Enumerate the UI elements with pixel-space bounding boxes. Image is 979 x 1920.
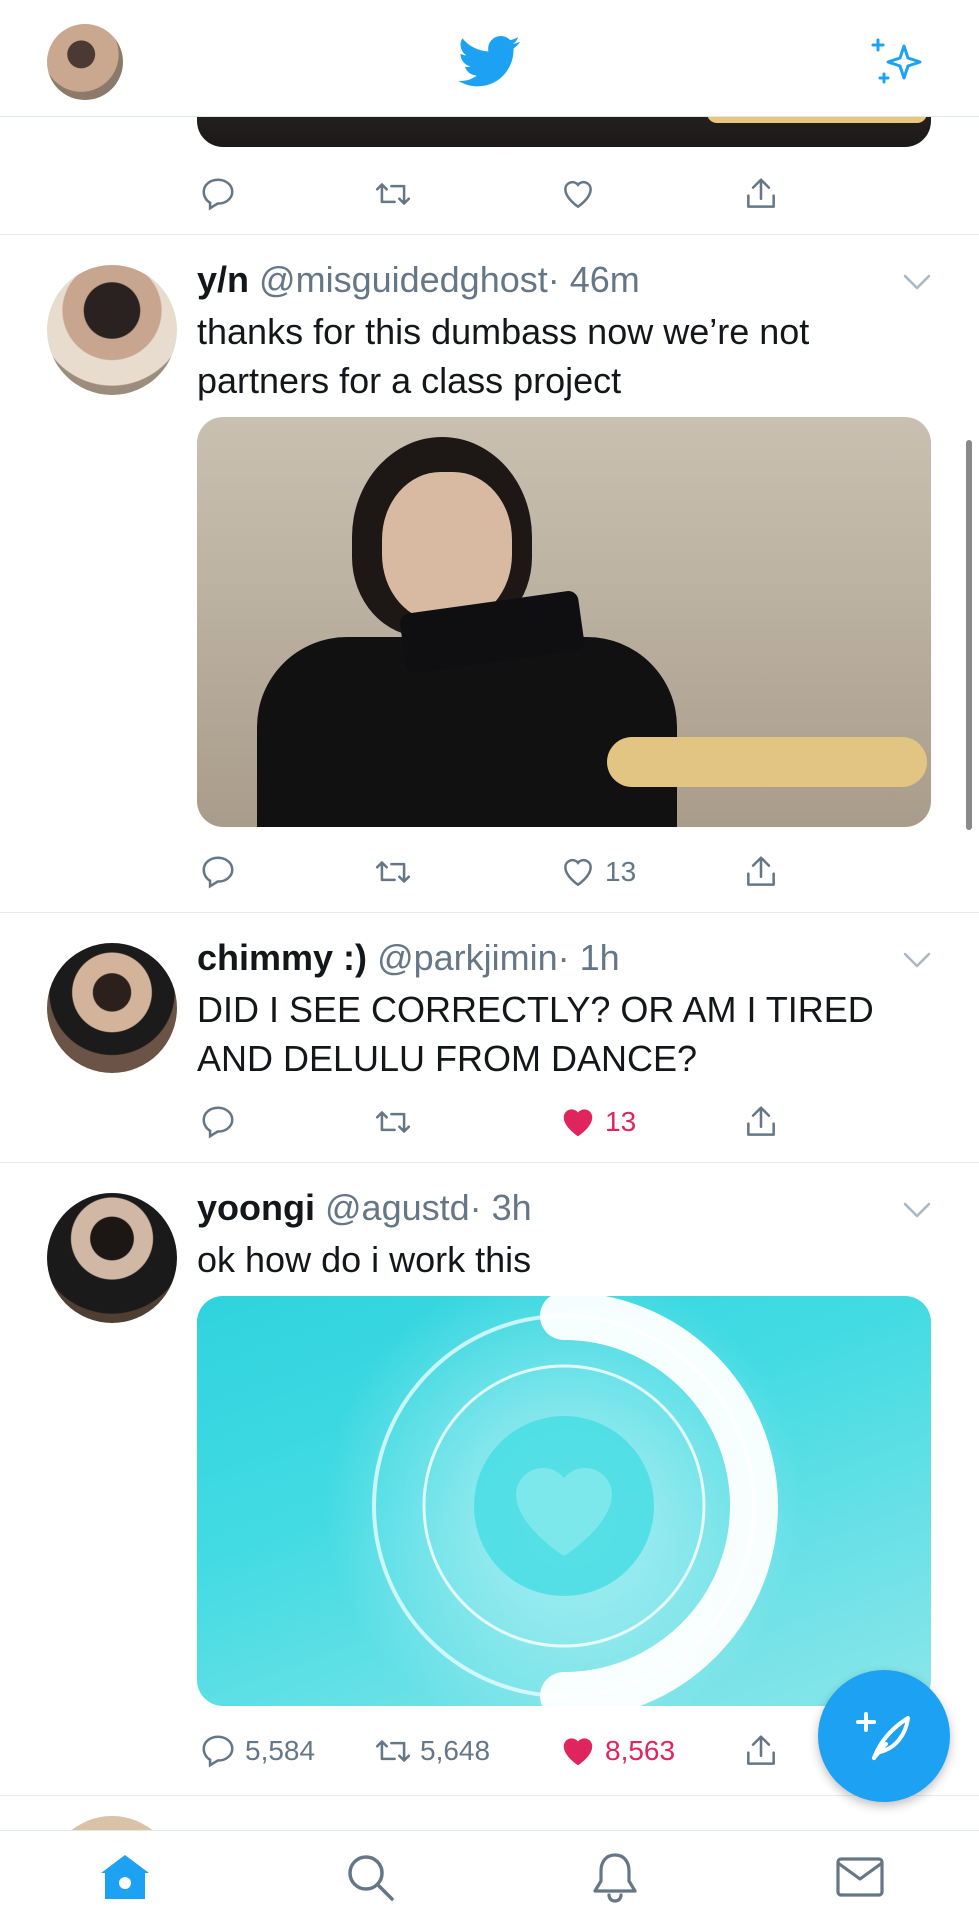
handle[interactable]: @agustd [325,1187,470,1228]
share-icon [747,178,775,208]
chevron-down-icon[interactable] [902,273,932,291]
heart-filled-icon [563,1109,593,1137]
reply-icon [202,1106,234,1139]
retweet-button[interactable] [374,1097,420,1147]
tweet-0[interactable] [0,87,979,235]
retweet-icon [375,183,411,205]
messages-icon[interactable] [832,1849,888,1905]
tweet-actions: 13 [0,847,979,897]
timestamp: · 3h [469,1187,532,1228]
tweet-1[interactable]: y/n @misguidedghost· 46m thanks for this… [0,235,979,913]
timestamp: · 46m [547,259,640,300]
display-name[interactable]: chimmy :) [197,937,367,978]
bottom-tab-bar [0,1830,979,1920]
retweet-icon [375,1740,411,1762]
tweet-text: DID I SEE CORRECTLY? OR AM I TIRED AND D… [197,989,874,1079]
like-count: 13 [605,1106,637,1137]
like-button[interactable]: 8,563 [559,1726,675,1776]
share-icon [747,1735,775,1765]
tweet-text: thanks for this dumbass now we’re not pa… [197,311,810,401]
chevron-down-icon[interactable] [902,1201,932,1219]
reply-count: 5,584 [245,1735,316,1766]
scrollbar[interactable] [966,440,972,830]
reply-icon [202,1735,234,1768]
retweet-button[interactable] [374,847,420,897]
reply-button[interactable]: 5,584 [199,1726,315,1776]
share-icon [747,856,775,886]
tweet-actions [0,169,979,219]
like-count: 13 [605,856,637,887]
top-bar [0,0,979,117]
like-count: 8,563 [605,1735,676,1766]
sparkle-icon[interactable] [868,34,928,94]
tweet-header: chimmy :) @parkjimin· 1h [197,936,620,980]
handle[interactable]: @misguidedghost [259,259,548,300]
tweet-text: ok how do i work this [197,1239,532,1280]
timestamp: · 1h [557,937,620,978]
heart-rings-graphic [324,1296,804,1706]
avatar[interactable] [47,1816,177,1830]
tweet-header: yoongi @agustd· 3h [197,1186,532,1230]
display-name[interactable]: yoongi [197,1187,315,1228]
profile-avatar[interactable] [47,24,123,100]
heart-icon [564,180,592,209]
share-button[interactable] [742,847,780,897]
feather-plus-icon [856,1712,910,1760]
share-icon [747,1106,775,1136]
compose-tweet-button[interactable] [818,1670,950,1802]
reply-icon [202,856,234,889]
heart-icon [564,858,592,887]
handle[interactable]: @parkjimin [377,937,558,978]
avatar[interactable] [47,943,177,1073]
like-button[interactable]: 13 [559,1097,636,1147]
search-icon[interactable] [342,1849,398,1905]
home-icon[interactable] [97,1849,153,1905]
retweet-icon [375,861,411,883]
retweet-button[interactable] [374,169,420,219]
retweet-count: 5,648 [420,1735,491,1766]
reply-icon [202,178,234,211]
reply-button[interactable] [199,847,245,897]
chevron-down-icon[interactable] [902,951,932,969]
tweet-actions: 13 [0,1097,979,1147]
tweet-header: y/n @misguidedghost· 46m [197,258,640,302]
share-button[interactable] [742,169,780,219]
share-button[interactable] [742,1097,780,1147]
heart-filled-icon [563,1738,593,1766]
notifications-icon[interactable] [587,1849,643,1905]
display-name[interactable]: y/n [197,259,249,300]
tweet-media-image[interactable] [197,417,931,827]
tweet-2[interactable]: chimmy :) @parkjimin· 1h DID I SEE CORRE… [0,913,979,1163]
retweet-icon [375,1111,411,1133]
reply-button[interactable] [199,1097,245,1147]
avatar[interactable] [47,1193,177,1323]
like-button[interactable] [559,169,605,219]
reply-button[interactable] [199,169,245,219]
retweet-button[interactable]: 5,648 [374,1726,490,1776]
twitter-bird-icon [457,35,520,87]
tweet-media-image[interactable] [197,1296,931,1706]
avatar[interactable] [47,265,177,395]
next-tweet-peek[interactable] [0,1796,979,1830]
share-button[interactable] [742,1726,780,1776]
like-button[interactable]: 13 [559,847,636,897]
